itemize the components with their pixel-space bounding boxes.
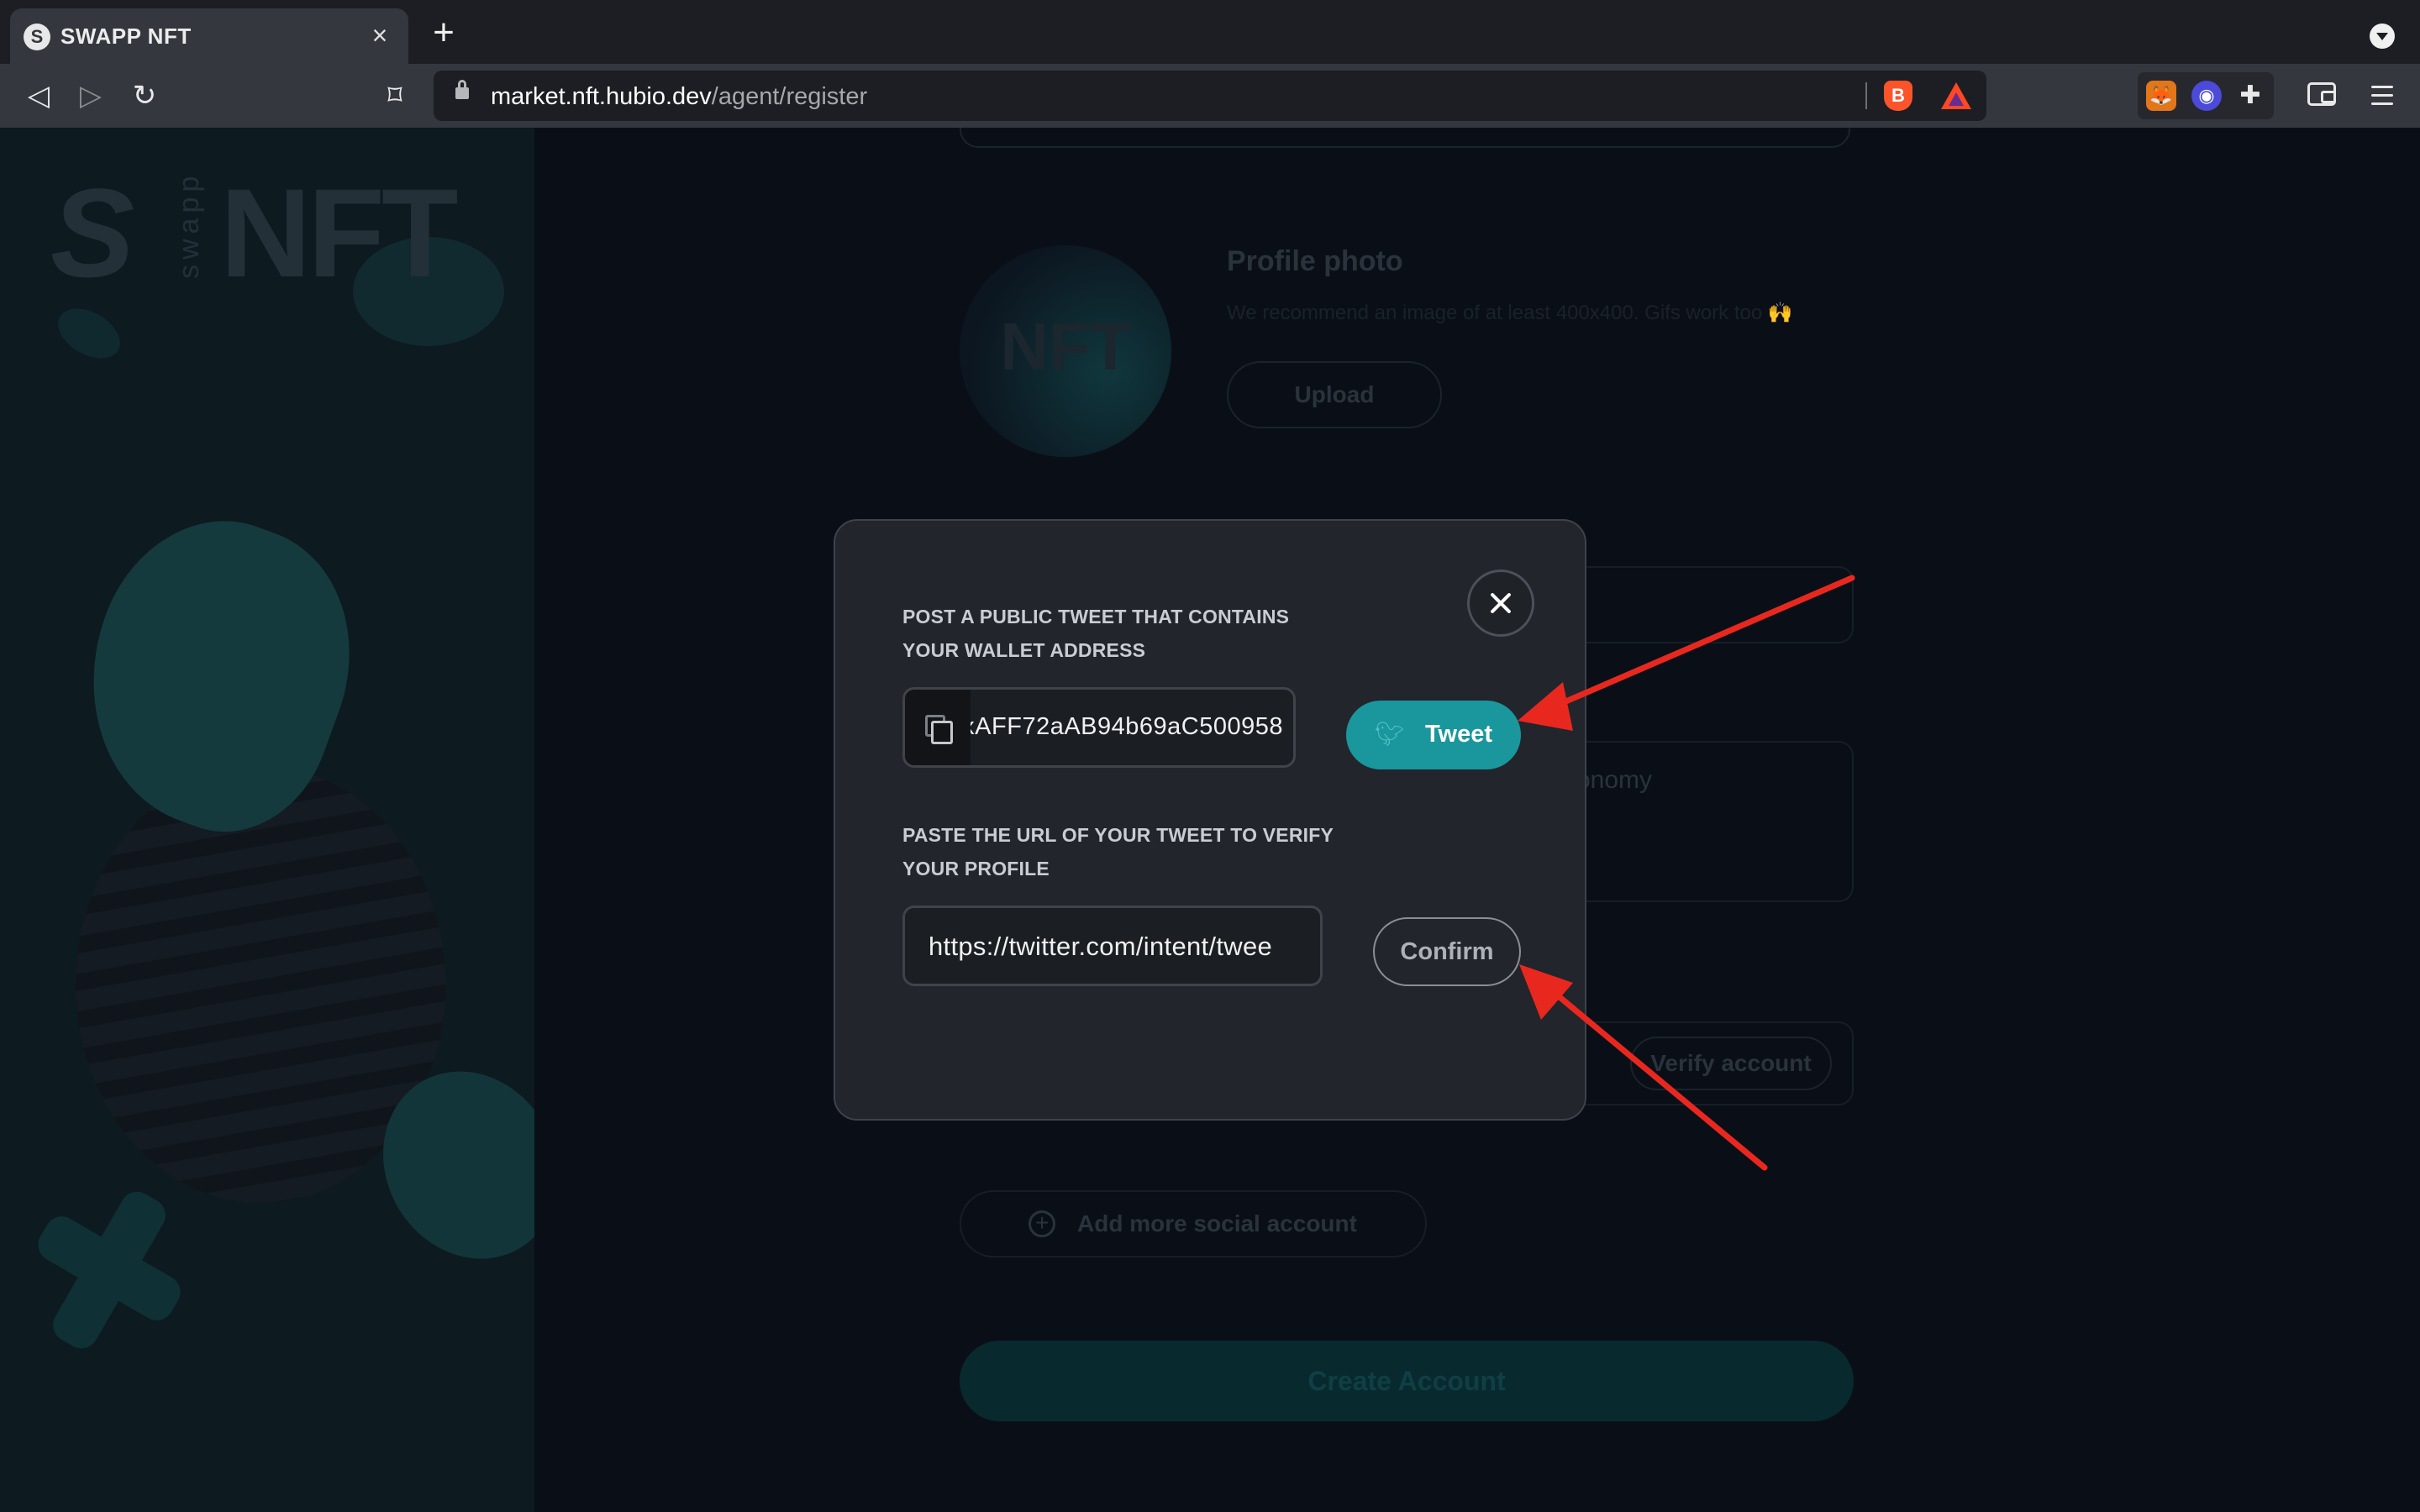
copy-icon — [925, 715, 953, 744]
url-path: /agent/register — [711, 83, 868, 110]
avatar-placeholder-text: NFT — [1000, 309, 1131, 384]
extensions-group: 🦊 ◉ ✚ — [2138, 72, 2274, 119]
previous-field — [960, 128, 1850, 148]
reload-icon[interactable]: ↻ — [126, 77, 163, 114]
add-social-label: Add more social account — [1077, 1210, 1357, 1236]
profile-photo-hint: We recommend an image of at least 400x40… — [1227, 302, 1793, 324]
wallet-address-value[interactable]: xAFF72aAB94b69aC500958 — [955, 713, 1283, 741]
confirm-button[interactable]: Confirm — [1373, 917, 1521, 986]
verify-account-button: Verify account — [1630, 1037, 1832, 1090]
brave-rewards-icon[interactable] — [1941, 82, 1971, 109]
url-separator — [1865, 82, 1867, 109]
tab-close-icon[interactable]: × — [363, 18, 397, 52]
wallet-icon[interactable] — [2307, 82, 2336, 106]
logo-nft-text: NFT — [220, 162, 459, 303]
decor-shape — [49, 298, 129, 369]
plus-circle-icon: + — [1028, 1210, 1055, 1237]
browser-tabbar: S SWAPP NFT × + — [0, 0, 2420, 64]
tab-title: SWAPP NFT — [60, 24, 192, 49]
create-account-button: Create Account — [960, 1341, 1854, 1421]
upload-button: Upload — [1227, 361, 1442, 428]
browser-toolbar: ◁ ▷ ↻ ⌑ market.nft.hubio.dev/agent/regis… — [0, 64, 2420, 128]
lock-icon[interactable] — [455, 80, 469, 99]
address-bar[interactable]: market.nft.hubio.dev/agent/register B — [434, 71, 1986, 121]
copy-button[interactable] — [905, 690, 971, 765]
tweet-url-input[interactable]: https://twitter.com/intent/twee — [902, 906, 1323, 986]
puzzle-icon[interactable]: ✚ — [2235, 81, 2265, 111]
tweet-button-label: Tweet — [1425, 721, 1493, 748]
bookmark-icon[interactable]: ⌑ — [376, 77, 413, 114]
swapp-favicon-icon: S — [24, 24, 50, 50]
profile-photo-title: Profile photo — [1227, 245, 1403, 277]
new-tab-button[interactable]: + — [427, 14, 460, 51]
browser-tab[interactable]: S SWAPP NFT × — [10, 8, 408, 64]
decor-cross — [34, 1186, 185, 1354]
forward-icon[interactable]: ▷ — [72, 77, 109, 114]
url-text[interactable]: market.nft.hubio.dev/agent/register — [491, 83, 867, 111]
extension-ghost-icon[interactable]: ◉ — [2191, 81, 2222, 111]
add-social-account-button: + Add more social account — [960, 1190, 1427, 1257]
tweet-button[interactable]: 🐦︎ Tweet — [1346, 701, 1521, 769]
close-icon[interactable] — [1467, 570, 1534, 637]
decorative-side-panel: S swapp NFT — [0, 128, 534, 1512]
brave-shield-icon[interactable]: B — [1884, 81, 1912, 111]
paste-url-heading: PASTE THE URL OF YOUR TWEET TO VERIFY YO… — [902, 824, 1334, 879]
wallet-address-field[interactable]: xAFF72aAB94b69aC500958 — [902, 687, 1296, 768]
url-host: market.nft.hubio.dev — [491, 83, 712, 110]
tweet-url-value[interactable]: https://twitter.com/intent/twee — [929, 932, 1298, 962]
metamask-icon[interactable]: 🦊 — [2146, 81, 2176, 111]
taxonomy-placeholder: onomy — [1576, 766, 1653, 794]
menu-icon[interactable] — [2368, 82, 2396, 109]
tweet-instruction-heading: POST A PUBLIC TWEET THAT CONTAINS YOUR W… — [902, 606, 1290, 661]
logo-swapp-text: swapp — [173, 171, 205, 279]
tab-search-dropdown-icon[interactable] — [2370, 24, 2395, 49]
back-icon[interactable]: ◁ — [20, 77, 57, 114]
verify-twitter-modal: POST A PUBLIC TWEET THAT CONTAINS YOUR W… — [834, 519, 1586, 1121]
twitter-bird-icon: 🐦︎ — [1375, 721, 1405, 747]
swapp-logo-icon: S — [50, 162, 135, 303]
